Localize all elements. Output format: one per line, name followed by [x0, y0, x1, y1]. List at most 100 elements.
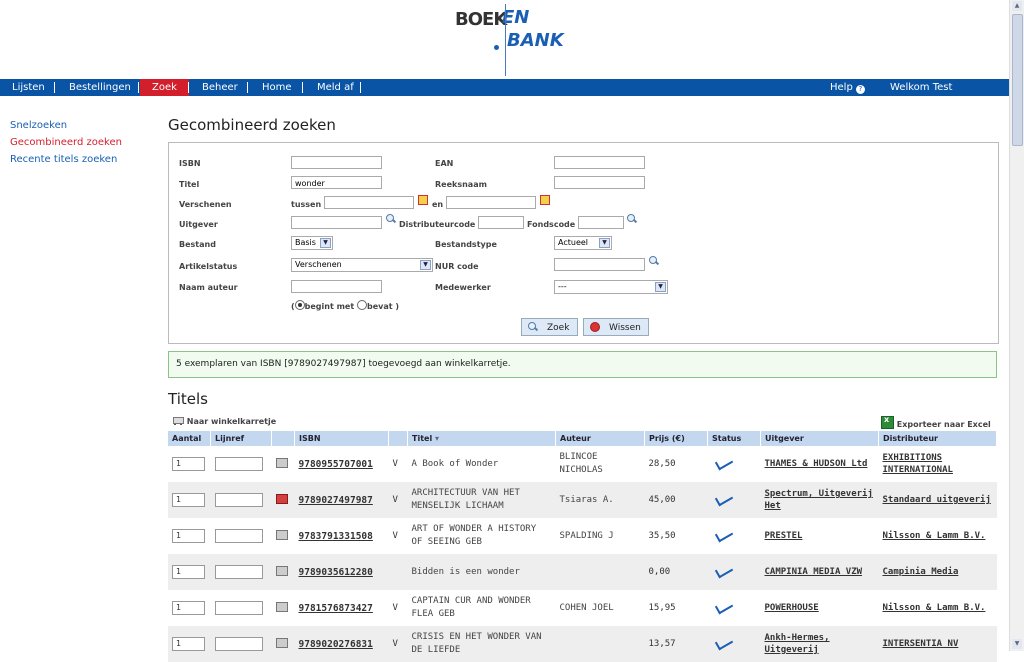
isbn-link[interactable]: 9780955707001 [299, 459, 373, 470]
qty-input[interactable]: 1 [172, 529, 205, 543]
radio-bevat[interactable] [356, 300, 367, 310]
wissen-button[interactable]: Wissen [583, 318, 649, 336]
lijnref-input[interactable] [214, 457, 263, 471]
isbn-input[interactable] [291, 156, 382, 169]
qty-input[interactable]: 1 [172, 637, 205, 651]
publisher-link[interactable]: THAMES & HUDSON Ltd [765, 459, 868, 469]
qty-input[interactable]: 1 [172, 493, 205, 507]
bestandstype-select[interactable]: Actueel ▼ [554, 236, 612, 250]
distributor-cell: INTERSENTIA NV [878, 626, 997, 662]
publisher-link[interactable]: Ankh-Hermes, Uitgeverij [765, 633, 830, 655]
cart-link[interactable]: Naar winkelkarretje [172, 416, 276, 426]
author-text: Tsiaras A. [559, 494, 614, 505]
title-text: CAPTAIN CUR AND WONDER FLEA GEB [411, 596, 531, 619]
distributor-link[interactable]: Campinia Media [883, 567, 959, 577]
lijnref-input[interactable] [214, 601, 263, 615]
fondscode-input[interactable] [578, 216, 624, 229]
qty-input[interactable]: 1 [172, 565, 205, 579]
author-cell: Tsiaras A. [555, 482, 645, 518]
col-auteur[interactable]: Auteur [555, 431, 645, 446]
bestand-select[interactable]: Basis ▼ [291, 236, 333, 250]
lijnref-input[interactable] [214, 565, 263, 579]
nav-beheer[interactable]: Beheer [202, 79, 238, 96]
isbn-link[interactable]: 9781576873427 [299, 603, 373, 614]
uitgever-input[interactable] [291, 216, 382, 229]
qty-input[interactable]: 1 [172, 601, 205, 615]
publisher-link[interactable]: PRESTEL [765, 531, 803, 541]
publisher-link[interactable]: Spectrum, Uitgeverij Het [765, 489, 873, 511]
nav-bestellingen[interactable]: Bestellingen [69, 79, 131, 96]
col-distributeur[interactable]: Distributeur [878, 431, 997, 446]
isbn-link[interactable]: 9789020276831 [299, 639, 373, 650]
search-icon [528, 322, 538, 332]
nav-zoek[interactable]: Zoek [140, 79, 189, 96]
lijnref-cell [210, 554, 272, 590]
verschenen-from-input[interactable] [324, 196, 414, 209]
zoek-button[interactable]: Zoek [521, 318, 578, 336]
verschenen-to-input[interactable] [446, 196, 536, 209]
col-status[interactable]: Status [707, 431, 761, 446]
scrollbar-thumb[interactable] [1012, 14, 1023, 146]
distributor-link[interactable]: EXHIBITIONS INTERNATIONAL [883, 453, 953, 475]
calendar-to-icon[interactable] [540, 195, 550, 205]
reeksnaam-input[interactable] [554, 176, 645, 189]
add-to-cart-icon[interactable] [275, 493, 288, 504]
col-prijs[interactable]: Prijs (€) [644, 431, 708, 446]
distributeurcode-input[interactable] [478, 216, 524, 229]
sidebar-item-gecombineerd-zoeken[interactable]: Gecombineerd zoeken [10, 137, 122, 148]
uitgever-search-icon[interactable] [386, 214, 396, 224]
author-match-radio-group: (begint met bevat ) [291, 300, 399, 311]
nav-meld-af[interactable]: Meld af [317, 79, 354, 96]
export-excel-link[interactable]: Exporteer naar Excel [881, 415, 991, 429]
ean-input[interactable] [554, 156, 645, 169]
radio-begint-met[interactable] [294, 300, 305, 310]
add-to-cart-icon[interactable] [275, 565, 288, 576]
publisher-link[interactable]: POWERHOUSE [765, 603, 819, 613]
isbn-link[interactable]: 9789027497987 [299, 495, 373, 506]
isbn-link[interactable]: 9789035612280 [299, 567, 373, 578]
add-to-cart-icon[interactable] [275, 601, 288, 612]
isbn-link[interactable]: 9783791331508 [299, 531, 373, 542]
nurcode-input[interactable] [554, 258, 645, 271]
naamauteur-input[interactable] [291, 280, 382, 293]
medewerker-select[interactable]: --- ▼ [554, 280, 668, 294]
nav-lijsten[interactable]: Lijsten [12, 79, 45, 96]
col-lijnref[interactable]: Lijnref [210, 431, 272, 446]
qty-cell: 1 [168, 626, 211, 662]
v-cell: V [388, 590, 408, 626]
lijnref-cell [210, 518, 272, 554]
distributor-link[interactable]: Standaard uitgeverij [883, 495, 991, 505]
publisher-link[interactable]: CAMPINIA MEDIA VZW [765, 567, 863, 577]
artikelstatus-select[interactable]: Verschenen ▼ [291, 258, 433, 272]
nav-help[interactable]: Help? [830, 79, 865, 96]
fondscode-search-icon[interactable] [627, 214, 637, 224]
qty-input[interactable]: 1 [172, 457, 205, 471]
calendar-from-icon[interactable] [418, 195, 428, 205]
distributor-link[interactable]: Nilsson & Lamm B.V. [883, 531, 986, 541]
nurcode-search-icon[interactable] [649, 256, 659, 266]
bestandstype-value: Actueel [558, 238, 589, 247]
lijnref-input[interactable] [214, 493, 263, 507]
page-scrollbar[interactable]: ▲ ▼ [1009, 0, 1024, 651]
col-v [388, 431, 408, 446]
scroll-down-icon[interactable]: ▼ [1012, 639, 1022, 649]
col-isbn[interactable]: ISBN [294, 431, 389, 446]
isbn-label: ISBN [179, 159, 201, 168]
author-cell [555, 626, 645, 662]
col-titel[interactable]: Titel ▾ [407, 431, 556, 446]
nav-home[interactable]: Home [262, 79, 292, 96]
col-uitgever[interactable]: Uitgever [760, 431, 879, 446]
sidebar-item-recente-titels[interactable]: Recente titels zoeken [10, 154, 117, 165]
add-to-cart-icon[interactable] [275, 457, 288, 468]
lijnref-input[interactable] [214, 529, 263, 543]
success-message: 5 exemplaren van ISBN [9789027497987] to… [168, 351, 997, 378]
distributor-link[interactable]: Nilsson & Lamm B.V. [883, 603, 986, 613]
lijnref-input[interactable] [214, 637, 263, 651]
titel-input[interactable]: wonder [291, 176, 382, 189]
add-to-cart-icon[interactable] [275, 529, 288, 540]
col-aantal[interactable]: Aantal [168, 431, 211, 446]
distributor-link[interactable]: INTERSENTIA NV [883, 639, 959, 649]
add-to-cart-icon[interactable] [275, 637, 288, 648]
scroll-up-icon[interactable]: ▲ [1012, 1, 1022, 11]
sidebar-item-snelzoeken[interactable]: Snelzoeken [10, 120, 67, 131]
